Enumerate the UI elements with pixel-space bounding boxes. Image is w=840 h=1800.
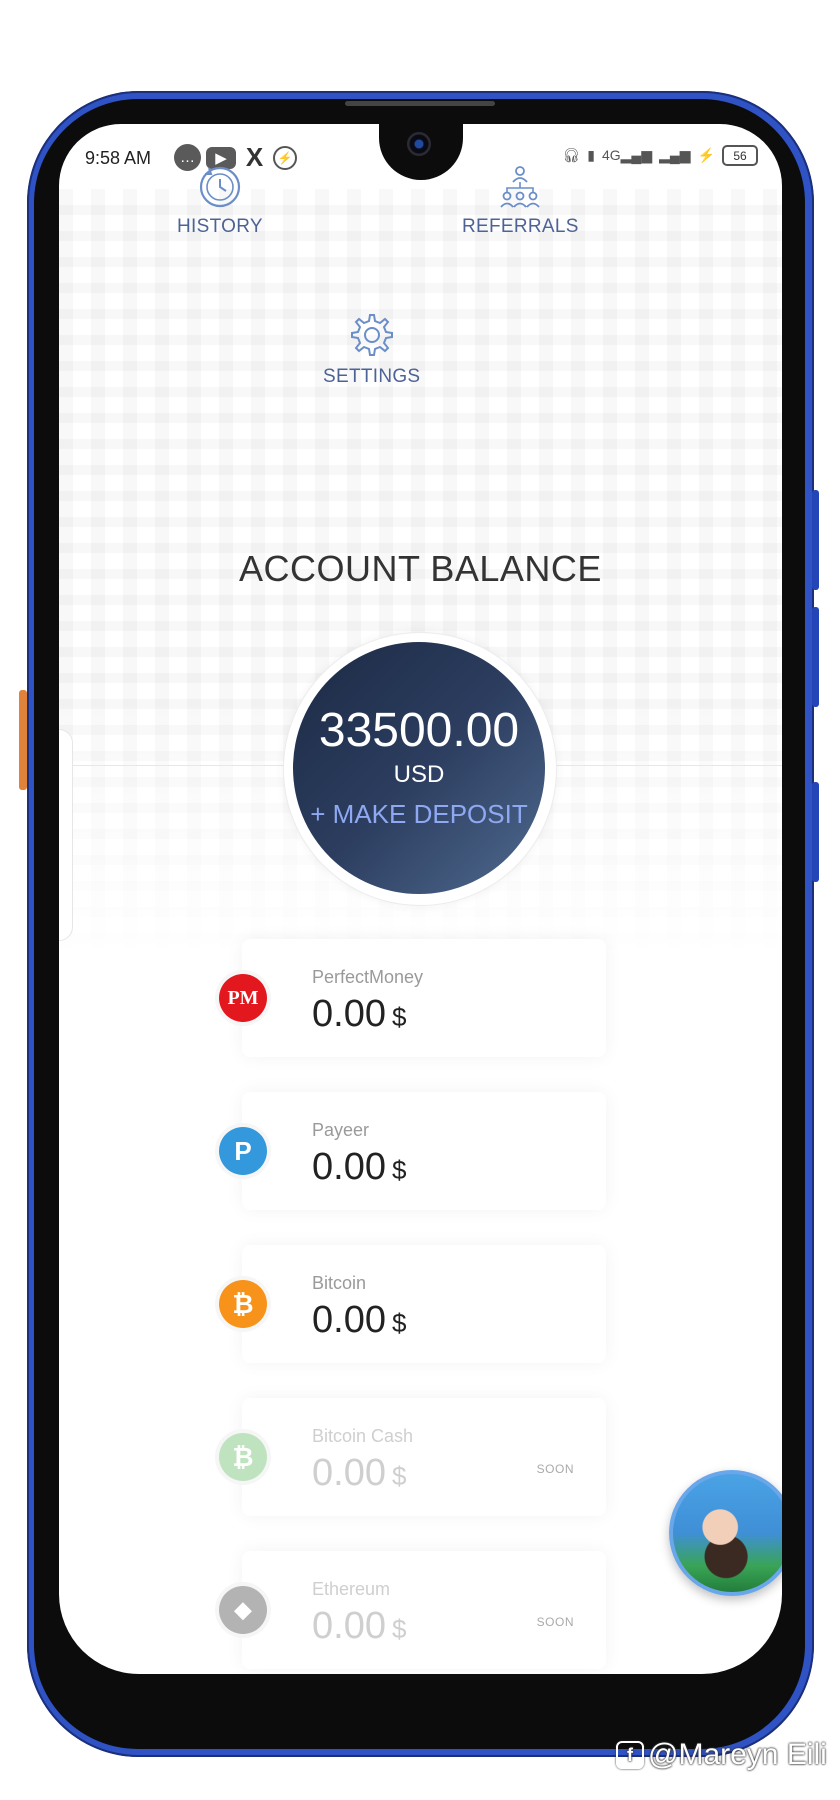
- wallet-amount-value: 0.00: [312, 1146, 386, 1188]
- wallet-amount-unit: $: [391, 1002, 407, 1032]
- drawer-handle[interactable]: [59, 729, 73, 941]
- battery-level: 56: [733, 148, 747, 163]
- perfectmoney-icon: PM: [219, 974, 267, 1022]
- wallet-name: Payeer: [312, 1120, 370, 1140]
- network-type: 4G: [601, 147, 621, 163]
- headphones-icon: 🎧︎: [562, 147, 581, 163]
- wallet-amount: 0.00 $: [312, 1299, 406, 1342]
- wallet-amount-unit: $: [391, 1155, 407, 1185]
- referrals-icon: [500, 166, 541, 208]
- messenger-icon: ⚡: [273, 146, 297, 170]
- balance-circle: 33500.00 USD + MAKE DEPOSIT: [293, 642, 545, 894]
- wallet-card-perfectmoney[interactable]: PM PerfectMoney 0.00 $: [219, 939, 606, 1057]
- status-time: 9:58 AM: [85, 148, 152, 168]
- ethereum-icon: ◆: [219, 1586, 267, 1634]
- signal-4g-icon: 4G▂▄▆: [601, 147, 653, 163]
- wallet-icon-text: PM: [227, 986, 259, 1009]
- front-camera-icon: [407, 132, 431, 156]
- wallet-amount: 0.00 $: [312, 993, 406, 1036]
- payeer-icon: P: [219, 1127, 267, 1175]
- wallet-amount-value: 0.00: [312, 993, 386, 1035]
- wallet-card-ethereum: ◆ Ethereum 0.00 $ SOON: [219, 1551, 606, 1669]
- power-button: [812, 782, 819, 882]
- soon-badge: SOON: [536, 1462, 574, 1476]
- bitcoin-cash-icon: ₿: [219, 1433, 267, 1481]
- history-button[interactable]: HISTORY: [177, 164, 263, 238]
- wallet-card-bitcoin-cash: ₿ Bitcoin Cash 0.00 $ SOON: [219, 1398, 606, 1516]
- wallet-amount: 0.00 $: [312, 1605, 406, 1648]
- wallet-amount-unit: $: [391, 1614, 407, 1644]
- wallet-icon-text: ₿: [232, 1288, 254, 1319]
- wallet-name: Ethereum: [312, 1579, 391, 1599]
- wallet-amount-unit: $: [391, 1308, 407, 1338]
- settings-button[interactable]: SETTINGS: [323, 310, 420, 388]
- gear-icon: [350, 314, 393, 356]
- balance-amount: 33500.00: [318, 703, 520, 757]
- vibrate-icon: ▮: [587, 147, 595, 163]
- balance-currency: USD: [393, 760, 445, 788]
- wallet-icon-text: ◆: [234, 1597, 252, 1622]
- battery-icon: 56: [722, 145, 758, 166]
- wallet-amount-value: 0.00: [312, 1605, 386, 1647]
- earpiece-speaker: [345, 101, 495, 106]
- make-deposit-button[interactable]: + MAKE DEPOSIT: [310, 799, 527, 830]
- history-icon: [199, 166, 241, 208]
- wallet-amount-unit: $: [391, 1461, 407, 1491]
- bitcoin-icon: ₿: [219, 1280, 267, 1328]
- soon-badge: SOON: [536, 1615, 574, 1629]
- side-button-orange: [19, 690, 27, 790]
- volume-up-button: [812, 490, 819, 590]
- referrals-button[interactable]: REFERRALS: [462, 164, 579, 238]
- signal-icon: ▂▄▆: [659, 147, 691, 163]
- watermark-text: @Mareyn Eili: [648, 1738, 827, 1771]
- status-system-icons: 🎧︎ ▮ 4G▂▄▆ ▂▄▆ ⚡ 56: [562, 145, 758, 166]
- watermark: f @Mareyn Eili: [616, 1738, 827, 1772]
- chat-head-avatar[interactable]: [669, 1470, 782, 1596]
- wallet-amount-value: 0.00: [312, 1299, 386, 1341]
- settings-label: SETTINGS: [323, 366, 421, 387]
- app-screen: 9:58 AM … ▶ X ⚡ 🎧︎ ▮ 4G▂▄▆ ▂▄▆ ⚡ 56 HIST…: [59, 124, 782, 1674]
- wallet-amount: 0.00 $: [312, 1452, 406, 1495]
- volume-down-button: [812, 607, 819, 707]
- wallet-icon-text: ₿: [232, 1441, 254, 1472]
- wallet-amount-value: 0.00: [312, 1452, 386, 1494]
- wallet-name: PerfectMoney: [312, 967, 424, 987]
- wallet-name: Bitcoin Cash: [312, 1426, 414, 1446]
- wallet-name: Bitcoin: [312, 1273, 367, 1293]
- wallet-card-payeer[interactable]: P Payeer 0.00 $: [219, 1092, 606, 1210]
- account-balance-title: ACCOUNT BALANCE: [239, 548, 602, 589]
- history-label: HISTORY: [177, 216, 263, 237]
- referrals-label: REFERRALS: [462, 216, 579, 237]
- wallet-icon-text: P: [234, 1135, 252, 1166]
- facebook-icon: f: [616, 1741, 644, 1769]
- wallet-card-bitcoin[interactable]: ₿ Bitcoin 0.00 $: [219, 1245, 606, 1363]
- wallet-amount: 0.00 $: [312, 1146, 406, 1189]
- charging-icon: ⚡: [697, 147, 715, 163]
